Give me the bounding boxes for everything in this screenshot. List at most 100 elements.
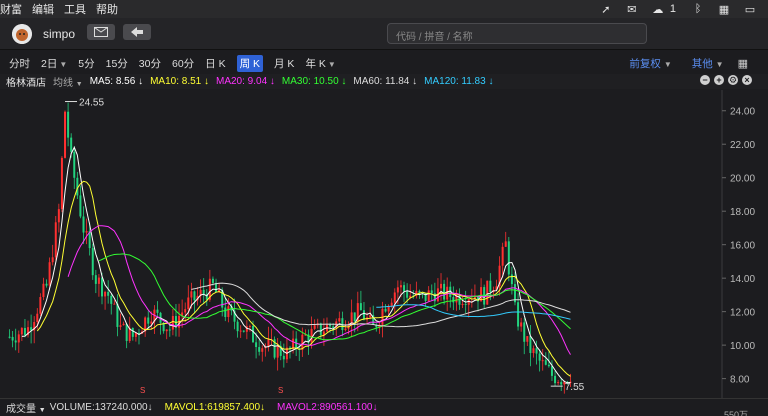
candle-body xyxy=(116,303,119,327)
candle-body xyxy=(267,339,270,347)
tab-yearly-label: 年 K xyxy=(305,58,326,70)
candle-body xyxy=(310,328,313,343)
indicator-dropdown[interactable]: 均线 ▼ xyxy=(53,74,83,89)
other-dropdown[interactable]: 其他 ▼ xyxy=(682,56,724,71)
tab-5min[interactable]: 5分 xyxy=(78,56,94,71)
high-label: 24.55 xyxy=(79,98,104,109)
candle-body xyxy=(23,328,26,336)
candle-body xyxy=(110,295,113,304)
candle-body xyxy=(353,312,356,322)
period-bar: 分时 2日 ▼ 5分 15分 30分 60分 日 K 周 K 月 K 年 K ▼ 前… xyxy=(0,55,768,72)
volume-tick: 550万 xyxy=(723,410,748,416)
candle-body xyxy=(464,303,467,305)
candle-body xyxy=(60,157,63,210)
candle-body xyxy=(557,382,560,384)
ma5-label: MA5: 8.56 ↓ xyxy=(89,76,144,87)
back-button[interactable] xyxy=(123,24,151,40)
tab-intraday[interactable]: 分时 xyxy=(9,56,30,71)
candle-body xyxy=(384,308,387,312)
ma60-label: MA60: 11.84 ↓ xyxy=(353,76,418,87)
tab-2day[interactable]: 2日 ▼ xyxy=(41,56,67,71)
candle-body xyxy=(406,291,409,298)
candle-body xyxy=(97,277,100,284)
candle-body xyxy=(187,297,190,310)
calculator-icon[interactable]: ▦ xyxy=(716,2,732,16)
candle-body xyxy=(504,241,507,247)
mail-icon xyxy=(94,27,108,37)
chevron-down-icon: ▼ xyxy=(663,60,672,69)
candle-body xyxy=(107,291,110,296)
candle-body xyxy=(39,297,42,314)
tab-30min[interactable]: 30分 xyxy=(139,56,161,71)
tab-15min[interactable]: 15分 xyxy=(106,56,128,71)
ma-legend-bar: 格林酒店 均线 ▼ MA5: 8.56 ↓ MA10: 8.51 ↓ MA20:… xyxy=(0,74,768,89)
stock-name: 格林酒店 xyxy=(6,78,46,89)
avatar-icon xyxy=(12,24,32,44)
candle-body xyxy=(131,328,134,337)
candle-body xyxy=(452,297,455,303)
tab-monthly[interactable]: 月 K xyxy=(274,56,294,71)
candle-body xyxy=(443,283,446,300)
candle-body xyxy=(236,321,239,332)
battery-icon[interactable]: ▭ xyxy=(742,2,758,16)
candle-body xyxy=(535,348,538,354)
candle-body xyxy=(67,111,70,138)
tab-60min[interactable]: 60分 xyxy=(172,56,194,71)
candle-body xyxy=(486,280,489,305)
candle-body xyxy=(483,287,486,305)
ma20-label: MA20: 9.04 ↓ xyxy=(216,76,275,87)
zoom-out-icon[interactable]: − xyxy=(700,75,710,85)
chat-icon[interactable]: ✉ xyxy=(624,2,640,16)
volume-dropdown[interactable]: 成交量 ▼ xyxy=(6,400,46,415)
menu-help[interactable]: 帮助 xyxy=(96,1,118,17)
close-icon[interactable]: × xyxy=(742,75,752,85)
volume-bar: 成交量 ▼ VOLUME:137240.000↓ MAVOL1:619857.4… xyxy=(0,398,768,416)
username[interactable]: simpo xyxy=(43,27,75,41)
adjust-dropdown[interactable]: 前复权 ▼ xyxy=(619,56,671,71)
candle-body xyxy=(125,323,128,341)
mavol2-value: MAVOL2:890561.100↓ xyxy=(277,402,378,413)
candle-body xyxy=(319,323,322,335)
candle-body xyxy=(461,303,464,305)
gear-icon[interactable]: ⚙ xyxy=(728,75,738,85)
tab-daily[interactable]: 日 K xyxy=(205,56,225,71)
menu-tools[interactable]: 工具 xyxy=(64,1,86,17)
candle-body xyxy=(45,283,48,286)
chevron-down-icon: ▼ xyxy=(75,81,83,88)
candle-body xyxy=(359,303,362,311)
candle-body xyxy=(554,375,557,384)
candle-body xyxy=(313,325,316,329)
tab-weekly[interactable]: 周 K xyxy=(236,55,264,72)
candle-body xyxy=(91,248,94,276)
candle-body xyxy=(36,313,39,323)
candle-body xyxy=(11,336,14,341)
menu-edit[interactable]: 编辑 xyxy=(32,1,54,17)
send-icon[interactable]: ➚ xyxy=(598,2,614,16)
split-marker: S xyxy=(278,386,283,395)
zoom-in-icon[interactable]: + xyxy=(714,75,724,85)
candlestick-chart[interactable]: 24.00 22.00 20.00 18.00 16.00 14.00 12.00 10.00… xyxy=(0,90,768,398)
candle-body xyxy=(224,307,227,318)
search-input[interactable]: 代码 / 拼音 / 名称 xyxy=(387,23,647,44)
grid-icon[interactable]: ▦ xyxy=(738,57,748,70)
candle-body xyxy=(547,364,550,367)
message-button[interactable] xyxy=(87,24,115,40)
tab-yearly[interactable]: 年 K ▼ xyxy=(305,56,335,71)
candle-body xyxy=(510,274,513,285)
candle-body xyxy=(101,277,103,297)
candle-body xyxy=(73,151,76,178)
bluetooth-icon[interactable]: ᛒ xyxy=(690,2,706,16)
candle-body xyxy=(517,302,520,327)
avatar[interactable] xyxy=(12,24,32,44)
menu-wealth[interactable]: 财富 xyxy=(0,1,22,17)
candle-body xyxy=(255,342,258,348)
candle-body xyxy=(282,355,285,360)
wechat-icon[interactable]: ☁ xyxy=(650,2,666,16)
tab-2day-label: 2日 xyxy=(41,58,58,70)
chevron-down-icon: ▼ xyxy=(59,60,68,69)
y-tick-label: 14.00 xyxy=(730,274,755,285)
ma120-label: MA120: 11.83 ↓ xyxy=(424,76,494,87)
indicator-label: 均线 xyxy=(53,78,73,89)
y-tick-label: 8.00 xyxy=(730,375,750,386)
y-axis: 24.00 22.00 20.00 18.00 16.00 14.00 12.00 10.00… xyxy=(721,90,755,398)
